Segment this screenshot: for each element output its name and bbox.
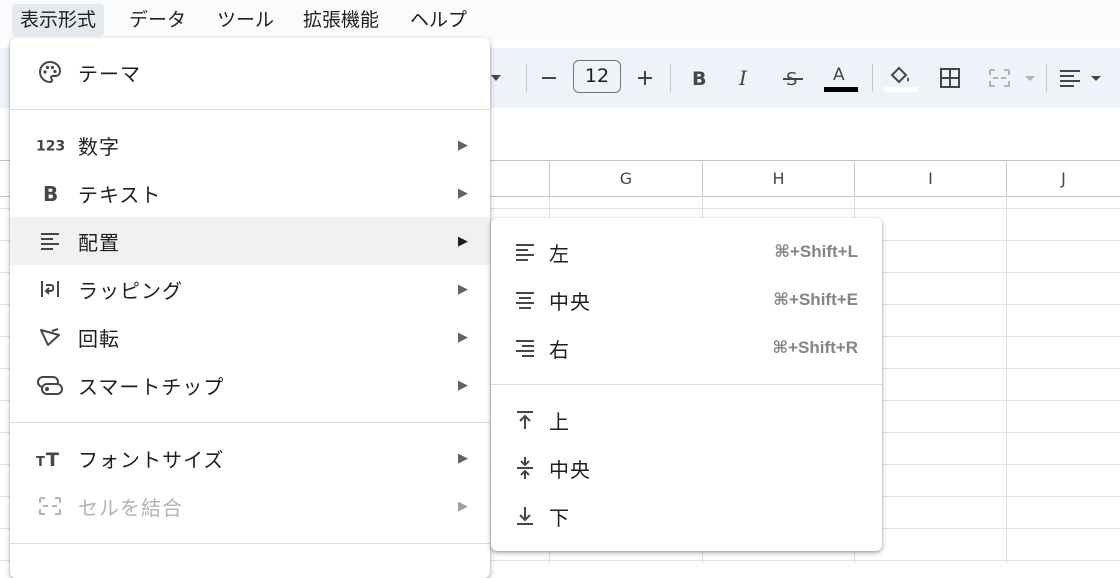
toolbar-divider <box>670 64 671 92</box>
italic-button[interactable]: I <box>732 48 758 108</box>
menu-item-number[interactable]: 123 数字 ▶ <box>10 121 490 169</box>
submenu-arrow-icon: ▶ <box>458 329 468 345</box>
align-label: 中央 <box>549 289 591 314</box>
keyboard-shortcut: ⌘+Shift+R <box>772 338 858 357</box>
menu-item-text[interactable]: B テキスト ▶ <box>10 169 490 217</box>
column-header-i[interactable]: I <box>854 162 1006 196</box>
menubar: 表示形式 データ ツール 拡張機能 ヘルプ <box>0 0 1120 40</box>
column-header-h[interactable]: H <box>702 162 854 196</box>
merge-cells-icon <box>36 494 64 518</box>
toolbar-divider <box>1046 64 1047 92</box>
text-wrap-icon <box>36 277 64 301</box>
submenu-arrow-icon: ▶ <box>458 233 468 249</box>
svg-text:T: T <box>36 455 45 469</box>
menu-item-merge-cells[interactable]: セルを結合 ▶ <box>10 482 490 530</box>
format-menu: テーマ 123 数字 ▶ B テキスト ▶ 配置 ▶ ラッピング ▶ 回転 ▶ <box>10 38 490 578</box>
grid-column-line <box>1006 196 1007 564</box>
align-center-item[interactable]: 中央 ⌘+Shift+E <box>491 276 882 324</box>
alignment-submenu: 左 ⌘+Shift+L 中央 ⌘+Shift+E 右 ⌘+Shift+R 上 中… <box>491 218 882 551</box>
menu-help[interactable]: ヘルプ <box>402 4 475 36</box>
smart-chip-icon <box>36 373 64 397</box>
menu-item-label: 配置 <box>78 230 120 255</box>
bold-b-icon: B <box>36 181 64 205</box>
valign-bottom-item[interactable]: 下 <box>491 492 882 540</box>
submenu-arrow-icon: ▶ <box>458 498 468 514</box>
menu-item-smart-chips[interactable]: スマートチップ ▶ <box>10 361 490 409</box>
menu-divider <box>10 543 490 544</box>
submenu-arrow-icon: ▶ <box>458 137 468 153</box>
align-right-item[interactable]: 右 ⌘+Shift+R <box>491 324 882 372</box>
borders-button[interactable] <box>936 48 964 108</box>
column-header-g[interactable]: G <box>549 162 702 196</box>
decrease-font-size-button[interactable] <box>536 48 562 108</box>
vertical-align-bottom-icon <box>511 504 539 528</box>
svg-text:A: A <box>833 65 845 85</box>
menu-extensions[interactable]: 拡張機能 <box>295 4 387 36</box>
menu-item-alignment[interactable]: 配置 ▶ <box>10 217 490 265</box>
menu-item-label: 回転 <box>78 326 120 351</box>
align-label: 中央 <box>549 457 591 482</box>
svg-text:123: 123 <box>36 139 64 155</box>
increase-font-size-button[interactable] <box>632 48 658 108</box>
menu-item-label: セルを結合 <box>78 495 183 520</box>
menu-item-label: テーマ <box>78 61 141 86</box>
valign-top-item[interactable]: 上 <box>491 396 882 444</box>
keyboard-shortcut: ⌘+Shift+E <box>773 290 858 309</box>
align-label: 右 <box>549 337 570 362</box>
submenu-arrow-icon: ▶ <box>458 185 468 201</box>
horizontal-align-button[interactable] <box>1056 48 1106 108</box>
menu-item-label: スマートチップ <box>78 374 225 399</box>
submenu-arrow-icon: ▶ <box>458 450 468 466</box>
menu-tools[interactable]: ツール <box>209 4 282 36</box>
menu-divider <box>10 109 490 110</box>
align-right-icon <box>511 336 539 360</box>
merge-cells-button[interactable] <box>984 48 1040 108</box>
align-center-icon <box>511 288 539 312</box>
strikethrough-button[interactable]: S <box>778 48 808 108</box>
menu-item-label: 数字 <box>78 134 120 159</box>
menu-item-label: フォントサイズ <box>78 447 225 472</box>
menu-item-theme[interactable]: テーマ <box>10 48 490 96</box>
vertical-align-middle-icon <box>511 456 539 480</box>
svg-text:T: T <box>46 449 59 469</box>
palette-icon <box>36 60 64 84</box>
bold-button[interactable]: B <box>686 48 712 108</box>
toolbar-divider <box>526 64 527 92</box>
svg-text:B: B <box>43 182 58 204</box>
align-left-item[interactable]: 左 ⌘+Shift+L <box>491 228 882 276</box>
menu-item-rotation[interactable]: 回転 ▶ <box>10 313 490 361</box>
menu-item-wrapping[interactable]: ラッピング ▶ <box>10 265 490 313</box>
align-label: 左 <box>549 241 570 266</box>
valign-middle-item[interactable]: 中央 <box>491 444 882 492</box>
font-size-input[interactable]: 12 <box>573 60 621 93</box>
number-123-icon: 123 <box>36 133 64 157</box>
menu-divider <box>10 422 490 423</box>
menu-divider <box>491 384 882 385</box>
menu-data[interactable]: データ <box>121 4 194 36</box>
submenu-arrow-icon: ▶ <box>458 281 468 297</box>
align-left-icon <box>36 229 64 253</box>
menu-item-label: ラッピング <box>78 278 183 303</box>
vertical-align-top-icon <box>511 408 539 432</box>
column-header-j[interactable]: J <box>1006 162 1120 196</box>
submenu-arrow-icon: ▶ <box>458 377 468 393</box>
text-rotation-icon <box>36 325 64 349</box>
align-label: 上 <box>549 409 570 434</box>
fill-color-button[interactable] <box>882 48 918 108</box>
toolbar-divider <box>872 64 873 92</box>
keyboard-shortcut: ⌘+Shift+L <box>774 242 858 261</box>
svg-text:I: I <box>738 68 748 88</box>
align-label: 下 <box>549 505 570 530</box>
menu-format[interactable]: 表示形式 <box>12 4 105 36</box>
align-left-icon <box>511 240 539 264</box>
svg-text:B: B <box>692 68 706 88</box>
text-color-button[interactable]: A <box>822 48 858 108</box>
font-size-tt-icon: TT <box>36 446 64 470</box>
menu-item-label: テキスト <box>78 182 162 207</box>
menu-item-font-size[interactable]: TT フォントサイズ ▶ <box>10 434 490 482</box>
